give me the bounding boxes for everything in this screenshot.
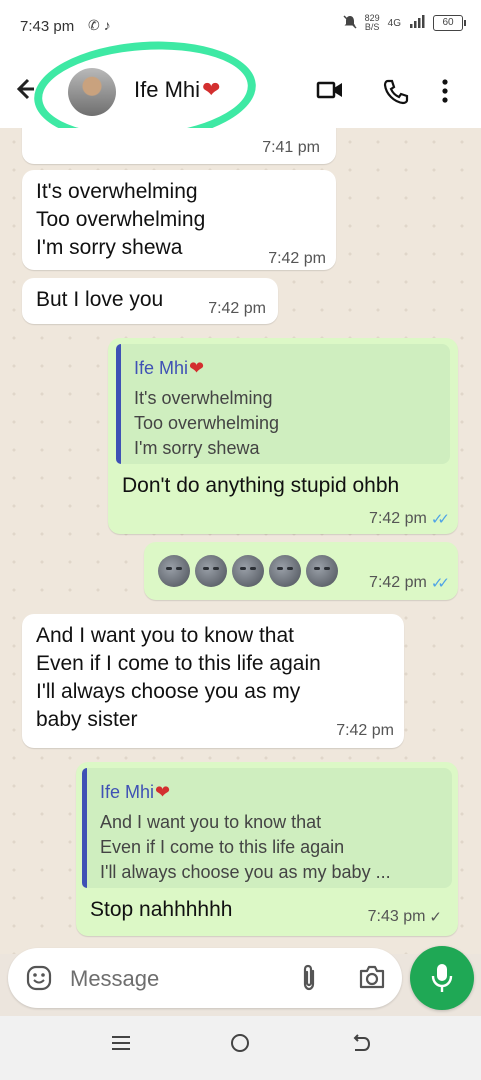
quote-author: Ife Mhi ❤ xyxy=(134,358,204,379)
mic-button[interactable] xyxy=(410,946,474,1010)
heart-emoji: ❤ xyxy=(202,77,221,102)
message-outgoing[interactable]: Ife Mhi ❤ And I want you to know that Ev… xyxy=(76,762,458,936)
network-rate-unit: B/S xyxy=(364,22,380,32)
message-text: But I love you xyxy=(36,288,164,311)
heart-emoji: ❤ xyxy=(155,782,171,802)
quote-author: Ife Mhi ❤ xyxy=(100,782,170,803)
chat-area[interactable]: 7:41 pm It's overwhelming Too overwhelmi… xyxy=(0,128,481,954)
message-time: 7:42 pm xyxy=(208,300,266,317)
message-time-text: 7:43 pm xyxy=(367,908,426,925)
attach-icon[interactable] xyxy=(298,963,320,998)
reply-quote[interactable]: Ife Mhi ❤ It's overwhelming Too overwhel… xyxy=(116,344,450,464)
contact-name-text: Ife Mhi xyxy=(134,77,201,102)
video-call-icon[interactable] xyxy=(316,78,344,107)
nav-home-icon[interactable] xyxy=(229,1032,251,1059)
status-time: 7:43 pm xyxy=(20,18,75,35)
read-receipt-icon: ✓✓ xyxy=(430,575,450,592)
message-incoming[interactable]: It's overwhelming Too overwhelming I'm s… xyxy=(22,170,336,270)
message-text: Don't do anything stupid ohbh xyxy=(122,474,400,497)
message-composer xyxy=(8,948,402,1008)
quote-bar xyxy=(82,768,87,888)
quote-author-name: Ife Mhi xyxy=(134,358,189,378)
system-nav-bar xyxy=(0,1016,481,1080)
network-rate: 829 B/S xyxy=(365,14,380,32)
phone-icon[interactable] xyxy=(382,78,410,111)
message-text: Stop nahhhhhh xyxy=(90,898,233,921)
more-menu-icon[interactable] xyxy=(440,78,450,109)
message-text: And I want you to know that Even if I co… xyxy=(36,624,321,731)
heart-emoji: ❤ xyxy=(189,358,205,378)
chat-header: Ife Mhi ❤ xyxy=(0,56,481,128)
read-receipt-icon: ✓✓ xyxy=(430,511,450,528)
moon-face-emoji xyxy=(158,555,190,587)
moon-face-emoji xyxy=(306,555,338,587)
mute-icon xyxy=(343,14,357,32)
contact-avatar[interactable] xyxy=(68,68,116,116)
message-time-text: 7:42 pm xyxy=(369,510,427,527)
status-right: 829 B/S 4G 60 xyxy=(343,14,466,32)
camera-icon[interactable] xyxy=(358,964,386,995)
message-input[interactable] xyxy=(68,960,272,998)
signal-icon xyxy=(409,14,425,32)
emoji-icon[interactable] xyxy=(26,965,52,996)
emoji-row xyxy=(158,555,343,587)
nav-menu-icon[interactable] xyxy=(110,1032,132,1059)
message-outgoing[interactable]: Ife Mhi ❤ It's overwhelming Too overwhel… xyxy=(108,338,458,534)
quote-bar xyxy=(116,344,121,464)
message-time: 7:42 pm xyxy=(336,722,394,739)
message-incoming[interactable]: And I want you to know that Even if I co… xyxy=(22,614,404,748)
quote-text: It's overwhelming Too overwhelming I'm s… xyxy=(134,388,280,458)
nav-back-icon[interactable] xyxy=(350,1032,372,1059)
message-incoming[interactable]: 7:41 pm xyxy=(22,128,336,164)
network-type: 4G xyxy=(387,17,401,29)
message-time-text: 7:42 pm xyxy=(369,574,427,591)
message-incoming[interactable]: But I love you 7:42 pm xyxy=(22,278,278,324)
mic-icon xyxy=(430,962,454,999)
quote-author-name: Ife Mhi xyxy=(100,782,155,802)
reply-quote[interactable]: Ife Mhi ❤ And I want you to know that Ev… xyxy=(82,768,452,888)
status-bar: 7:43 pm ✆ ♪ 829 B/S 4G 60 xyxy=(0,0,481,56)
sent-tick-icon: ✓ xyxy=(429,909,442,926)
moon-face-emoji xyxy=(195,555,227,587)
moon-face-emoji xyxy=(269,555,301,587)
message-time: 7:41 pm xyxy=(262,139,320,156)
quote-text: And I want you to know that Even if I co… xyxy=(100,812,391,882)
message-outgoing[interactable]: 7:42 pm ✓✓ xyxy=(144,542,458,600)
back-arrow-icon[interactable] xyxy=(14,76,36,109)
moon-face-emoji xyxy=(232,555,264,587)
message-time: 7:42 pm ✓✓ xyxy=(369,574,450,592)
message-time: 7:42 pm xyxy=(268,250,326,267)
message-time: 7:43 pm ✓ xyxy=(368,908,442,926)
status-app-icons: ✆ ♪ xyxy=(88,17,111,33)
message-text: It's overwhelming Too overwhelming I'm s… xyxy=(36,180,206,259)
contact-name[interactable]: Ife Mhi ❤ xyxy=(134,77,220,103)
message-time: 7:42 pm ✓✓ xyxy=(369,510,450,528)
battery-indicator: 60 xyxy=(433,15,466,31)
